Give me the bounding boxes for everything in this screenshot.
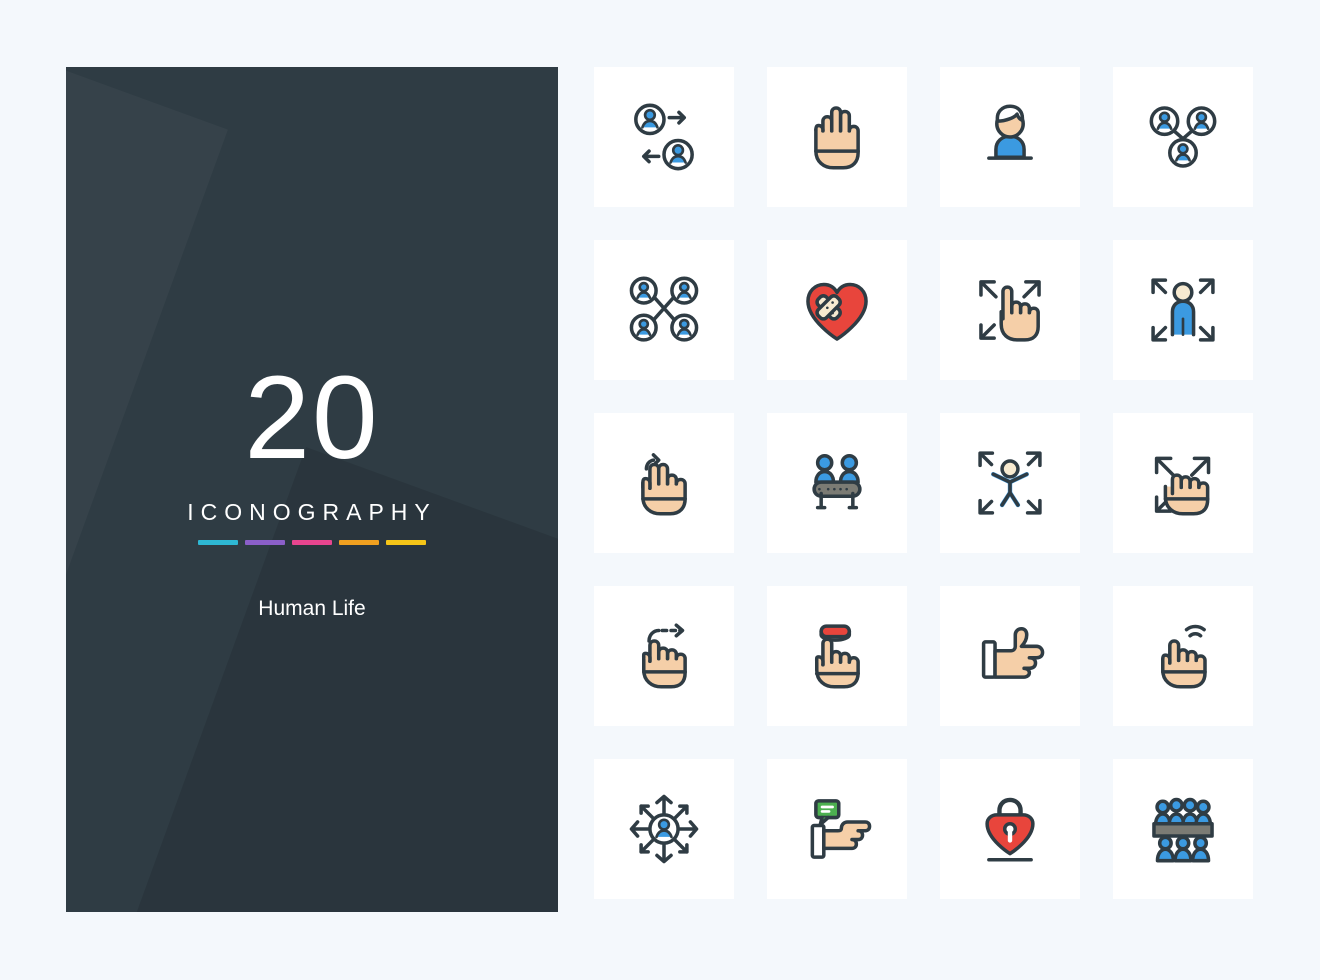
person-avatar-icon [987, 104, 1033, 160]
color-rule-4 [339, 539, 379, 545]
icon-grid [594, 67, 1254, 899]
three-user-network-icon [1149, 106, 1217, 168]
pointing-hand-expand-icon [979, 280, 1041, 342]
icon-tile-17[interactable] [594, 759, 734, 899]
hand-swipe-right-icon [641, 623, 687, 689]
icon-tile-13[interactable] [594, 586, 734, 726]
color-rule-3 [292, 539, 332, 545]
hand-press-button-icon [814, 624, 860, 689]
icon-tile-4[interactable] [1113, 67, 1253, 207]
icon-tile-8[interactable] [1113, 240, 1253, 380]
color-rule-1 [198, 539, 238, 545]
heart-lock-location-icon [985, 797, 1035, 862]
icon-tile-15[interactable] [940, 586, 1080, 726]
hand-pointing-message-icon [810, 799, 872, 859]
user-network-expand-icon [629, 794, 699, 864]
icon-tile-11[interactable] [940, 413, 1080, 553]
color-rule-row [198, 539, 426, 545]
hand-pinch-expand-icon [1154, 456, 1211, 516]
icon-tile-19[interactable] [940, 759, 1080, 899]
icon-tile-6[interactable] [767, 240, 907, 380]
broken-heart-bandage-icon [806, 282, 868, 341]
icon-tile-1[interactable] [594, 67, 734, 207]
two-people-table-icon [812, 453, 862, 510]
icon-tile-9[interactable] [594, 413, 734, 553]
icon-tile-18[interactable] [767, 759, 907, 899]
icon-tile-7[interactable] [940, 240, 1080, 380]
panel-subtitle: ICONOGRAPHY [187, 498, 437, 525]
two-finger-tap-hand-icon [814, 106, 860, 170]
icon-tile-5[interactable] [594, 240, 734, 380]
slide-canvas: 20 ICONOGRAPHY Human Life [0, 0, 1320, 980]
icon-count: 20 [244, 351, 380, 484]
icon-tile-12[interactable] [1113, 413, 1253, 553]
person-arms-up-expand-icon [978, 451, 1042, 515]
audience-group-icon [1152, 797, 1214, 863]
icon-tile-16[interactable] [1113, 586, 1253, 726]
user-transfer-swap-icon [634, 103, 694, 171]
two-finger-swipe-up-icon [641, 453, 687, 516]
hand-tap-signal-icon [1161, 624, 1207, 689]
icon-tile-3[interactable] [940, 67, 1080, 207]
panel-category: Human Life [258, 596, 366, 620]
color-rule-5 [386, 539, 426, 545]
icon-tile-10[interactable] [767, 413, 907, 553]
icon-tile-14[interactable] [767, 586, 907, 726]
icon-tile-20[interactable] [1113, 759, 1253, 899]
icon-tile-2[interactable] [767, 67, 907, 207]
color-rule-2 [245, 539, 285, 545]
four-user-network-icon [629, 276, 699, 342]
person-expand-arrows-icon [1151, 278, 1215, 342]
thumbs-up-hand-icon [981, 626, 1045, 679]
title-panel: 20 ICONOGRAPHY Human Life [66, 67, 558, 912]
